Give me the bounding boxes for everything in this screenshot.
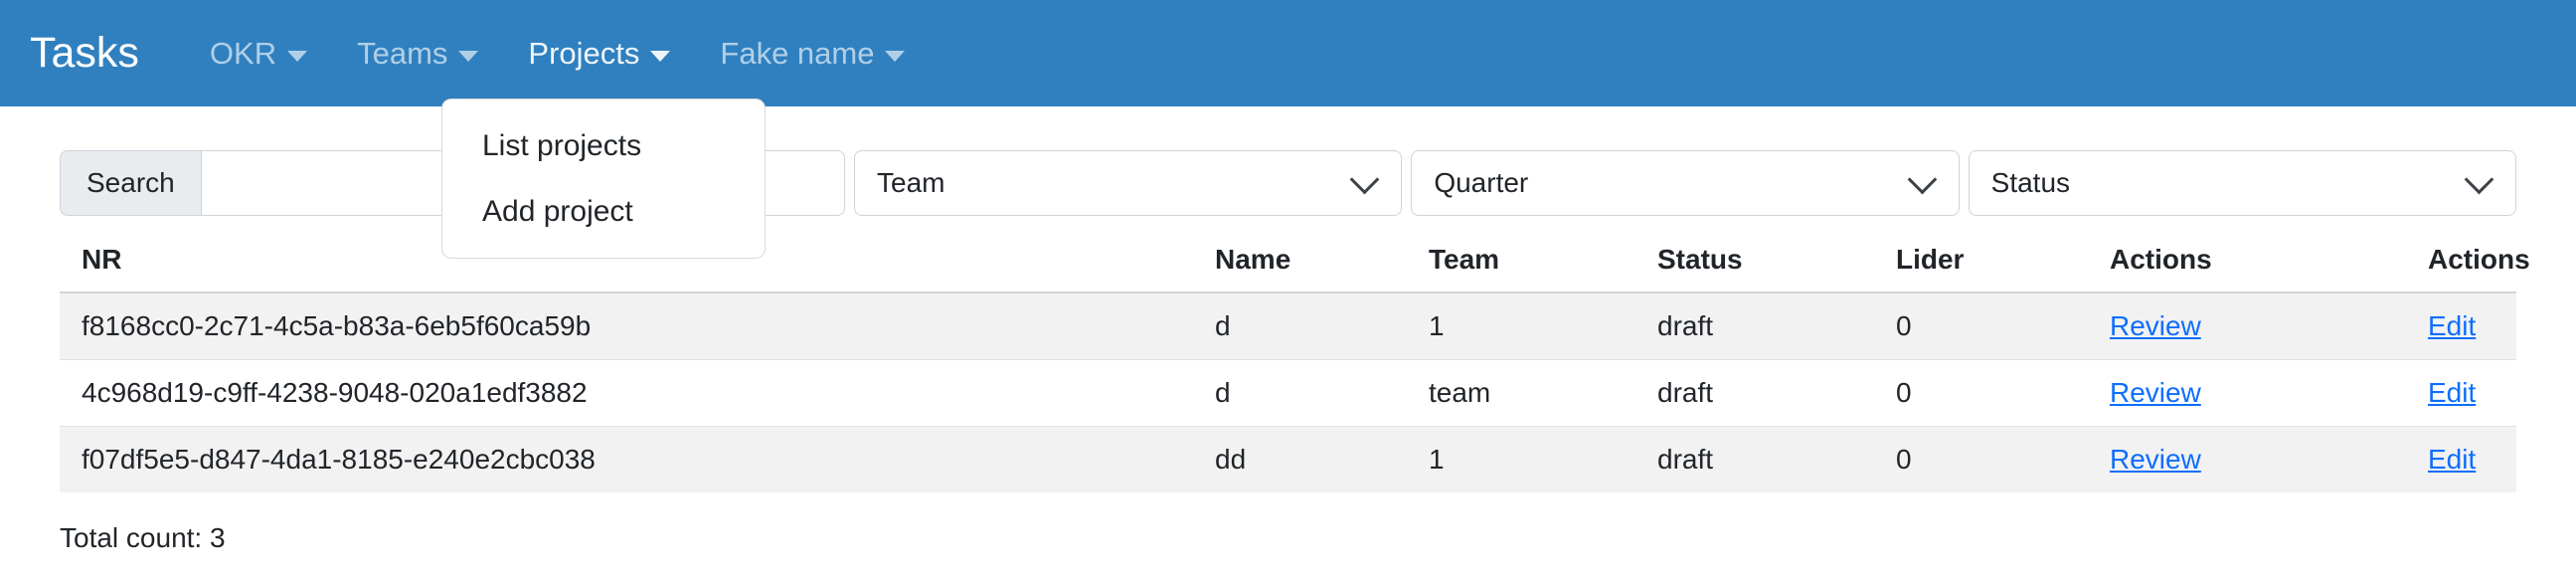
edit-link[interactable]: Edit [2428,444,2476,475]
table-row: f07df5e5-d847-4da1-8185-e240e2cbc038 dd … [60,426,2516,492]
caret-down-icon [885,51,906,62]
column-header-lider[interactable]: Lider [1874,228,2088,293]
cell-nr: f8168cc0-2c71-4c5a-b83a-6eb5f60ca59b [60,291,1193,360]
status-select[interactable]: Status [1968,150,2516,216]
total-count-label: Total count: 3 [60,522,226,553]
column-header-team[interactable]: Team [1407,228,1635,293]
cell-action-edit: Edit [2406,291,2516,360]
projects-table: NR Name Team Status Lider Actions Action… [60,228,2530,492]
team-select[interactable]: Team [854,150,1403,216]
nav-item-label: Projects [528,36,640,71]
cell-team: 1 [1407,426,1635,492]
cell-nr: f07df5e5-d847-4da1-8185-e240e2cbc038 [60,426,1193,492]
cell-name: d [1193,291,1407,360]
review-link[interactable]: Review [2110,377,2201,408]
cell-action-review: Review [2088,359,2406,427]
cell-name: d [1193,359,1407,427]
navbar-items: OKR Teams Projects Fake name [185,38,931,69]
table-head: NR Name Team Status Lider Actions Action… [60,228,2530,293]
nav-item-fake-name[interactable]: Fake name [695,38,930,69]
cell-name: dd [1193,426,1407,492]
status-select-wrap: Status [1968,150,2516,216]
quarter-select[interactable]: Quarter [1411,150,1960,216]
edit-link[interactable]: Edit [2428,377,2476,408]
nav-item-teams[interactable]: Teams [332,38,503,69]
filter-row: Search Team Quarter Status [60,150,2516,216]
review-link[interactable]: Review [2110,444,2201,475]
table-row: f8168cc0-2c71-4c5a-b83a-6eb5f60ca59b d 1… [60,291,2516,360]
cell-team: 1 [1407,291,1635,360]
cell-action-review: Review [2088,291,2406,360]
cell-lider: 0 [1874,426,2088,492]
projects-dropdown-menu: List projects Add project [441,98,766,259]
column-header-actions-1[interactable]: Actions [2088,228,2406,293]
caret-down-icon [650,51,671,62]
caret-down-icon [458,51,479,62]
main-content: Search Team Quarter Status NR Name Team … [0,106,2576,492]
table-body: f8168cc0-2c71-4c5a-b83a-6eb5f60ca59b d 1… [60,291,2516,492]
cell-action-review: Review [2088,426,2406,492]
navbar-brand[interactable]: Tasks [30,32,139,75]
column-header-actions-2[interactable]: Actions [2406,228,2530,293]
cell-status: draft [1635,291,1874,360]
cell-status: draft [1635,359,1874,427]
nav-item-label: Fake name [720,36,875,71]
dropdown-item-add-project[interactable]: Add project [442,179,765,245]
dropdown-item-list-projects[interactable]: List projects [442,113,765,179]
column-header-name[interactable]: Name [1193,228,1407,293]
nav-item-projects[interactable]: Projects [503,38,695,69]
cell-team: team [1407,359,1635,427]
top-navbar: Tasks OKR Teams Projects Fake name [0,0,2576,106]
cell-lider: 0 [1874,291,2088,360]
cell-status: draft [1635,426,1874,492]
edit-link[interactable]: Edit [2428,310,2476,341]
nav-item-label: OKR [209,36,277,71]
cell-nr: 4c968d19-c9ff-4238-9048-020a1edf3882 [60,359,1193,427]
quarter-select-wrap: Quarter [1411,150,1960,216]
review-link[interactable]: Review [2110,310,2201,341]
cell-action-edit: Edit [2406,359,2516,427]
cell-action-edit: Edit [2406,426,2516,492]
cell-lider: 0 [1874,359,2088,427]
caret-down-icon [287,51,308,62]
team-select-wrap: Team [854,150,1403,216]
table-header-row: NR Name Team Status Lider Actions Action… [60,228,2530,293]
nav-item-label: Teams [357,36,448,71]
nav-item-okr[interactable]: OKR [185,38,332,69]
column-header-status[interactable]: Status [1635,228,1874,293]
table-row: 4c968d19-c9ff-4238-9048-020a1edf3882 d t… [60,359,2516,427]
search-button[interactable]: Search [60,150,201,216]
